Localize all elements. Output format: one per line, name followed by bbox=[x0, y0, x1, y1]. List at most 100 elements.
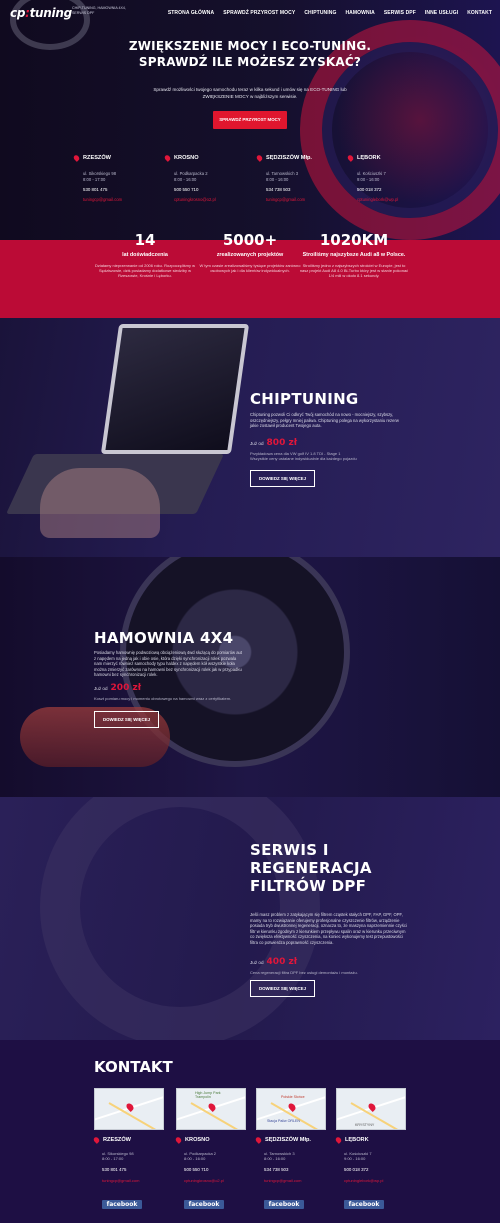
location-phone[interactable]: 534 738 503 bbox=[266, 187, 347, 192]
location-address: ul. Podkarpacka 2 8:00 - 16:00 bbox=[174, 171, 255, 182]
location-email[interactable]: cptuningkrosno@o2.pl bbox=[174, 197, 255, 202]
location-phone[interactable]: 500 018 372 bbox=[344, 1167, 414, 1172]
dpf-text: Jeśli masz problem z zatykającym się fil… bbox=[250, 912, 407, 945]
hamownia-price: Już od 200 zł bbox=[94, 683, 141, 693]
dpf-title-line3: FILTRÓW DPF bbox=[250, 877, 367, 895]
nav-item-chiptuning[interactable]: CHIPTUNING bbox=[304, 10, 336, 16]
location-city-name: KROSNO bbox=[174, 155, 199, 161]
nav-item-contact[interactable]: KONTAKT bbox=[467, 10, 492, 16]
location-city-name: RZESZÓW bbox=[103, 1137, 131, 1143]
hero-title-line2: SPRAWDŹ ILE MOŻESZ ZYSKAĆ? bbox=[138, 55, 362, 69]
chiptuning-note: Przykładowa cena dla VW golf IV 1.8 TDI … bbox=[250, 451, 410, 462]
location-address: ul. Tarnowskich 3 8:00 - 16:00 bbox=[266, 171, 347, 182]
map-label: Stacja Paliw ORLEN bbox=[267, 1119, 300, 1123]
location-address: ul. Podkarpacka 2 8:00 - 16:00 bbox=[184, 1151, 254, 1161]
check-power-button[interactable]: SPRAWDŹ PRZYROST MOCY bbox=[213, 111, 287, 129]
dpf-title: SERWIS I REGENERACJA FILTRÓW DPF bbox=[250, 841, 372, 895]
map-pin-icon bbox=[254, 1136, 263, 1144]
map-pin-icon bbox=[125, 1102, 135, 1112]
location-city-name: LĘBORK bbox=[345, 1137, 369, 1143]
location-address: ul. Kościuszki 7 9:00 - 16:00 bbox=[344, 1151, 414, 1161]
chiptuning-learn-more-button[interactable]: DOWIEDZ SIĘ WIĘCEJ bbox=[250, 470, 315, 487]
dpf-title-line1: SERWIS I bbox=[250, 841, 329, 859]
hamownia-learn-more-button[interactable]: DOWIEDZ SIĘ WIĘCEJ bbox=[94, 711, 159, 728]
location-phone[interactable]: 534 738 503 bbox=[264, 1167, 334, 1172]
address-street: ul. Kościuszki 7 bbox=[357, 171, 386, 176]
stat-number: 14 bbox=[134, 231, 156, 249]
contact-section: KONTAKT High Jump Park Trampolin Polskie… bbox=[0, 1040, 500, 1223]
nav-item-hamownia[interactable]: HAMOWNIA bbox=[345, 10, 374, 16]
map-krosno[interactable]: High Jump Park Trampolin bbox=[176, 1088, 246, 1130]
stat-label: Stroiliśmy najszybsze Audi a8 w Polsce. bbox=[302, 252, 406, 258]
nav-item-power-check[interactable]: SPRAWDŹ PRZYROST MOCY bbox=[223, 10, 295, 16]
nav-item-other-services[interactable]: INNE USŁUGI bbox=[425, 10, 458, 16]
map-label: High Jump Park Trampolin bbox=[195, 1091, 221, 1099]
chiptuning-price: Już od 800 zł bbox=[250, 438, 297, 448]
location-email[interactable]: tuningcp@gmail.com bbox=[83, 197, 164, 202]
facebook-button[interactable]: facebook bbox=[344, 1200, 384, 1209]
map-pin-icon bbox=[346, 154, 355, 162]
price-value: 200 zł bbox=[110, 683, 142, 693]
logo[interactable]: cp:tuning bbox=[10, 6, 72, 20]
location-phone[interactable]: 530 801 475 bbox=[102, 1167, 172, 1172]
location-city-name: LĘBORK bbox=[357, 155, 381, 161]
address-hours: 9:00 - 16:00 bbox=[357, 176, 380, 182]
logo-text-b: tuning bbox=[29, 6, 73, 20]
stat-projects: 5000+ zrealizowanych projektów W tym cza… bbox=[195, 232, 305, 273]
dpf-learn-more-button[interactable]: DOWIEDZ SIĘ WIĘCEJ bbox=[250, 980, 315, 997]
location-phone[interactable]: 500 018 372 bbox=[357, 187, 438, 192]
map-pin-icon bbox=[92, 1136, 101, 1144]
hamownia-section: HAMOWNIA 4X4 Posiadamy hamownię podwozio… bbox=[0, 557, 500, 797]
dpf-title-line2: REGENERACJA bbox=[250, 859, 372, 877]
nav-item-serwis-dpf[interactable]: SERWIS DPF bbox=[384, 10, 416, 16]
map-pin-icon bbox=[255, 154, 264, 162]
location-address: ul. Tarnowskich 3 8:00 - 16:00 bbox=[264, 1151, 334, 1161]
facebook-button[interactable]: facebook bbox=[102, 1200, 142, 1209]
address-hours: 8:00 - 17:00 bbox=[102, 1156, 124, 1162]
map-pin-icon bbox=[367, 1102, 377, 1112]
location-email[interactable]: tuningcp@gmail.com bbox=[264, 1178, 334, 1183]
nav-item-home[interactable]: STRONA GŁÓWNA bbox=[168, 10, 214, 16]
location-rzeszow: RZESZÓW ul. Sikorskiego 98 8:00 - 17:00 5… bbox=[72, 154, 164, 202]
map-pin-icon bbox=[287, 1102, 297, 1112]
location-phone[interactable]: 500 550 710 bbox=[184, 1167, 254, 1172]
location-email[interactable]: tuningcp@gmail.com bbox=[266, 197, 347, 202]
location-email[interactable]: cptuningkrosno@o2.pl bbox=[184, 1178, 254, 1183]
map-rzeszow[interactable] bbox=[94, 1088, 164, 1130]
location-phone[interactable]: 530 801 475 bbox=[83, 187, 164, 192]
price-prefix: Już od bbox=[250, 441, 264, 446]
hero-section: cp:tuning CHIP-TUNING, HAMOWNIA 4X4, SER… bbox=[0, 0, 500, 240]
location-city: LĘBORK bbox=[346, 154, 438, 162]
page: cp:tuning CHIP-TUNING, HAMOWNIA 4X4, SER… bbox=[0, 0, 500, 1223]
location-city: RZESZÓW bbox=[92, 1136, 172, 1144]
laptop-image bbox=[100, 324, 250, 454]
address-hours: 8:00 - 16:00 bbox=[264, 1156, 286, 1162]
stat-label: lat doświadczenia bbox=[122, 252, 168, 258]
facebook-button[interactable]: facebook bbox=[264, 1200, 304, 1209]
map-pin-icon bbox=[174, 1136, 183, 1144]
location-city-name: SĘDZISZÓW Młp. bbox=[265, 1137, 311, 1143]
map-label: KRYSTYNY bbox=[355, 1123, 375, 1127]
location-address: ul. Kościuszki 7 9:00 - 16:00 bbox=[357, 171, 438, 182]
location-krosno: KROSNO ul. Podkarpacka 2 8:00 - 16:00 500… bbox=[163, 154, 255, 202]
location-city-name: SĘDZISZÓW Młp. bbox=[266, 155, 312, 161]
location-phone[interactable]: 500 550 710 bbox=[174, 187, 255, 192]
price-prefix: Już od bbox=[250, 960, 264, 965]
hero-text: Sprawdź możliwości twojego samochodu ter… bbox=[153, 87, 347, 99]
note-line2: Wszystkie ceny ustalane indywidualnie dl… bbox=[250, 456, 357, 462]
dpf-note: Cena regeneracji filtra DPF bez usługi d… bbox=[250, 970, 358, 975]
map-sedziszow[interactable]: Polskie Słońce Stacja Paliw ORLEN bbox=[256, 1088, 326, 1130]
location-address: ul. Sikorskiego 98 8:00 - 17:00 bbox=[83, 171, 164, 182]
stat-record: 1020KM Stroiliśmy najszybsze Audi a8 w P… bbox=[299, 232, 409, 278]
price-prefix: Już od bbox=[94, 686, 108, 691]
price-value: 800 zł bbox=[266, 438, 298, 448]
map-lebork[interactable]: KRYSTYNY bbox=[336, 1088, 406, 1130]
chiptuning-text: Chiptuning pozwoli Ci odkryć Twój samoch… bbox=[250, 412, 399, 429]
location-email[interactable]: tuningcp@gmail.com bbox=[102, 1178, 172, 1183]
location-email[interactable]: cptuninglebork@wp.pl bbox=[344, 1178, 414, 1183]
location-email[interactable]: cptuninglebork@wp.pl bbox=[357, 197, 438, 202]
facebook-button[interactable]: facebook bbox=[184, 1200, 224, 1209]
location-sedziszow: SĘDZISZÓW Młp. ul. Tarnowskich 3 8:00 - 1… bbox=[255, 154, 347, 202]
navbar: cp:tuning CHIP-TUNING, HAMOWNIA 4X4, SER… bbox=[0, 0, 500, 26]
address-street: ul. Podkarpacka 2 bbox=[174, 171, 208, 176]
